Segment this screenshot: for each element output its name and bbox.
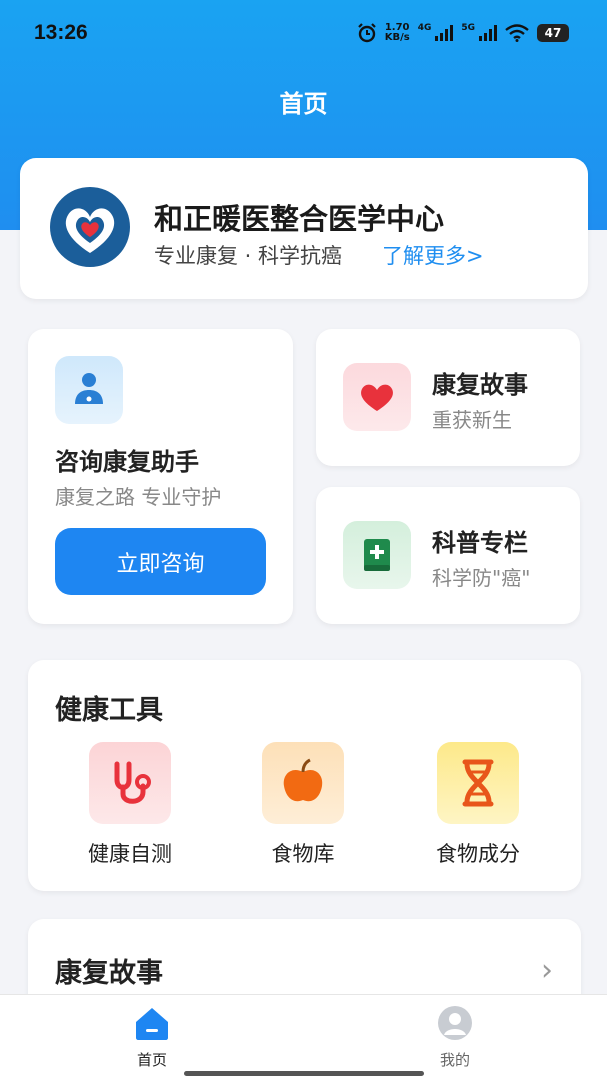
tab-home-label: 首页 [136, 1051, 167, 1069]
science-column-subtitle: 科学防"癌" [432, 566, 531, 590]
tool-label: 食物库 [271, 842, 335, 866]
tab-mine[interactable]: 我的 [405, 1005, 505, 1070]
status-bar: 13:26 1.70 KB/s 4G 5G 47 [0, 0, 607, 66]
stethoscope-icon [89, 742, 171, 824]
page-title: 首页 [279, 90, 328, 118]
health-tools-card: 健康工具 健康自测 食物库 食物成分 [28, 660, 581, 891]
alarm-icon [357, 23, 376, 43]
dna-icon [437, 742, 519, 824]
home-indicator [184, 1071, 424, 1076]
wifi-icon [505, 24, 529, 42]
tab-mine-label: 我的 [439, 1051, 470, 1069]
tool-food-library[interactable]: 食物库 [243, 742, 363, 868]
home-icon [136, 1008, 168, 1040]
chevron-right-icon[interactable]: › [541, 953, 553, 988]
org-name: 和正暖医整合医学中心 [154, 202, 445, 236]
recovery-story-subtitle: 重获新生 [432, 408, 512, 432]
doctor-icon [55, 356, 123, 424]
tool-health-self-test[interactable]: 健康自测 [70, 742, 190, 868]
tool-label: 健康自测 [88, 842, 172, 866]
network-speed-unit: KB/s [384, 32, 410, 43]
consult-now-button[interactable]: 立即咨询 [55, 528, 266, 595]
recovery-story-title: 康复故事 [432, 371, 528, 399]
learn-more-link[interactable]: 了解更多> [382, 240, 484, 270]
status-time: 13:26 [34, 21, 88, 44]
tool-food-composition[interactable]: 食物成分 [418, 742, 538, 868]
recovery-story-card[interactable]: 康复故事 重获新生 [316, 329, 580, 466]
consult-title: 咨询康复助手 [55, 448, 199, 476]
network-speed: 1.70 KB/s [385, 23, 410, 43]
user-icon [438, 1006, 472, 1040]
tool-label: 食物成分 [436, 842, 520, 866]
signal-type-5g: 5G [461, 23, 475, 33]
science-column-card[interactable]: 科普专栏 科学防"癌" [316, 487, 580, 624]
status-icons: 1.70 KB/s 4G 5G 47 [357, 23, 569, 43]
consult-card[interactable]: 咨询康复助手 康复之路 专业守护 立即咨询 [28, 329, 293, 624]
tab-home[interactable]: 首页 [102, 1005, 202, 1070]
heart-icon [343, 363, 411, 431]
science-column-title: 科普专栏 [432, 529, 528, 557]
battery-icon: 47 [537, 24, 569, 42]
medical-book-icon [343, 521, 411, 589]
recovery-stories-title: 康复故事 [55, 958, 163, 989]
signal-type-4g: 4G [417, 23, 432, 33]
apple-icon [262, 742, 344, 824]
signal-5g-icon [479, 25, 497, 41]
org-card[interactable]: 和正暖医整合医学中心 专业康复 · 科学抗癌 了解更多> [20, 158, 588, 299]
signal-4g-icon [435, 25, 454, 41]
org-tagline: 专业康复 · 科学抗癌 [154, 244, 343, 268]
consult-subtitle: 康复之路 专业守护 [55, 485, 222, 509]
health-tools-title: 健康工具 [55, 695, 163, 726]
bottom-tab-bar: 首页 我的 [0, 994, 607, 1080]
org-logo-icon [50, 187, 130, 267]
